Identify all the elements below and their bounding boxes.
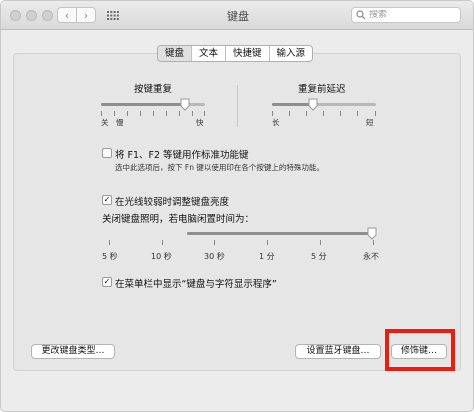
checkmark-icon: ✓ — [103, 195, 111, 204]
turn-off-backlight-label: 关闭键盘照明，若电脑闲置时间为： — [102, 214, 255, 225]
show-viewer-label: 在菜单栏中显示“键盘与字符显示程序” — [115, 279, 277, 290]
tab-input-sources[interactable]: 输入源 — [268, 46, 313, 61]
key-repeat-slow-label: 慢 — [116, 118, 124, 127]
fn-keys-description: 选中此选项后，按下 Fn 键以使用印在各个按键上的特殊功能。 — [115, 163, 324, 172]
key-repeat-fill — [101, 103, 187, 106]
backlight-tick-never: 永不 — [363, 252, 379, 261]
key-repeat-min-label: 关 — [101, 118, 109, 127]
key-repeat-ticks — [101, 111, 205, 116]
slider-divider — [237, 85, 238, 127]
fn-keys-checkbox[interactable] — [102, 148, 112, 158]
key-repeat-label: 按键重复 — [134, 84, 173, 95]
highlight-box — [385, 329, 455, 371]
setup-bluetooth-keyboard-button[interactable]: 设置蓝牙键盘… — [295, 344, 381, 359]
backlight-timeout-slider-thumb[interactable] — [367, 227, 377, 240]
backlight-timeout-track[interactable] — [187, 232, 374, 235]
delay-until-repeat-max-label: 短 — [366, 118, 374, 127]
key-repeat-max-label: 快 — [196, 118, 204, 127]
backlight-tick-30s: 30 秒 — [204, 252, 225, 261]
keyboard-preferences-window: ‹ › 键盘 键盘 文本 快捷键 — [0, 0, 474, 412]
delay-until-repeat-slider-thumb[interactable] — [308, 98, 318, 111]
show-viewer-checkbox[interactable]: ✓ — [102, 277, 112, 287]
key-repeat-slider-thumb[interactable] — [180, 98, 190, 111]
backlight-timeout-fill — [187, 232, 374, 235]
tab-shortcuts[interactable]: 快捷键 — [225, 46, 269, 61]
adjust-brightness-label: 在光线较弱时调整键盘亮度 — [115, 197, 230, 208]
delay-until-repeat-label: 重复前延迟 — [298, 84, 346, 95]
adjust-brightness-checkbox[interactable]: ✓ — [102, 195, 112, 205]
tab-text[interactable]: 文本 — [191, 46, 225, 61]
tab-bar: 键盘 文本 快捷键 输入源 — [157, 45, 314, 62]
backlight-timeout-ticks — [109, 240, 374, 245]
search-field[interactable] — [351, 7, 461, 23]
backlight-tick-5s: 5 秒 — [102, 252, 118, 261]
backlight-tick-10s: 10 秒 — [151, 252, 172, 261]
search-icon — [356, 10, 366, 20]
search-input[interactable] — [366, 10, 453, 20]
tab-keyboard[interactable]: 键盘 — [158, 46, 192, 61]
checkmark-icon: ✓ — [103, 277, 111, 286]
fn-keys-label: 将 F1、F2 等键用作标准功能键 — [115, 150, 249, 161]
backlight-tick-1m: 1 分 — [259, 252, 275, 261]
delay-until-repeat-ticks — [272, 111, 376, 116]
change-keyboard-type-button[interactable]: 更改键盘类型… — [31, 344, 115, 359]
backlight-tick-5m: 5 分 — [311, 252, 327, 261]
delay-until-repeat-min-label: 长 — [272, 118, 280, 127]
title-bar: ‹ › 键盘 — [1, 1, 473, 30]
delay-until-repeat-track[interactable] — [272, 103, 376, 106]
